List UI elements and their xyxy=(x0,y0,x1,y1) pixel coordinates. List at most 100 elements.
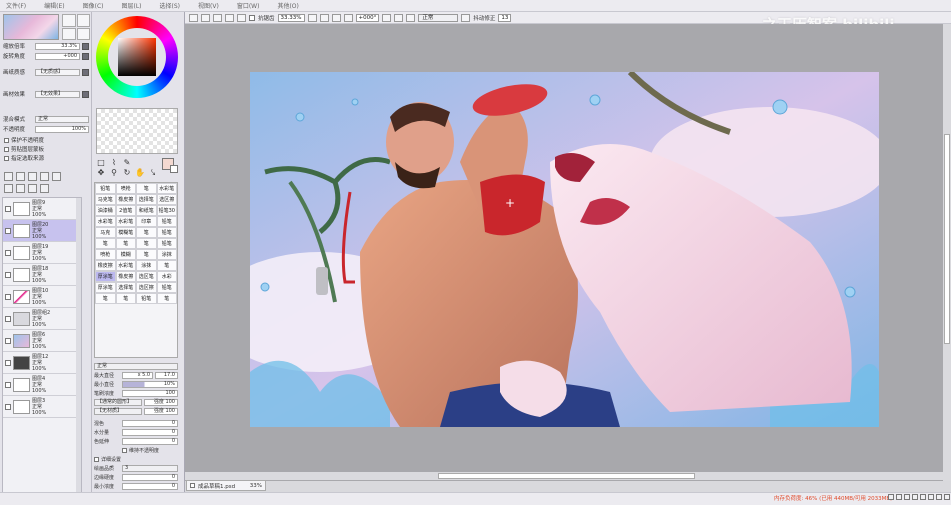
brush-tool[interactable]: 笔 xyxy=(156,260,177,271)
effect-select[interactable]: 【无效果】 xyxy=(35,90,80,98)
brush-tool[interactable]: 模糊笔 xyxy=(115,227,136,238)
rotate-icon[interactable]: ↻ xyxy=(122,168,132,178)
visibility-icon[interactable] xyxy=(5,249,11,256)
zoom-minus-button[interactable] xyxy=(82,42,89,50)
transfer-down-icon[interactable] xyxy=(4,184,13,193)
zoom-in-button[interactable] xyxy=(319,13,329,22)
brush-tool[interactable]: 水彩笔 xyxy=(95,216,116,227)
detail-row[interactable]: 详细设置 xyxy=(94,455,178,463)
navigator-thumbnail[interactable] xyxy=(3,14,59,40)
opacity-slider[interactable]: 100% xyxy=(35,125,89,133)
brush-tool[interactable]: 铅笔 xyxy=(156,227,177,238)
layer-row[interactable]: 图层18 正常 100% xyxy=(3,264,81,286)
shift-key-icon[interactable] xyxy=(904,494,910,500)
menu-other[interactable]: 其他(O) xyxy=(277,1,298,10)
density-slider[interactable]: 100 xyxy=(122,389,178,397)
brush-tool[interactable]: 橡皮擦 xyxy=(95,260,116,271)
brush-tool[interactable]: 喷枪 xyxy=(95,249,116,260)
brush-shape-strength[interactable]: 强度 100 xyxy=(143,398,178,406)
visibility-icon[interactable] xyxy=(5,403,11,410)
pen-pressure-icon[interactable] xyxy=(896,494,902,500)
keyboard-icon[interactable] xyxy=(888,494,894,500)
vertical-scroll-thumb[interactable] xyxy=(944,134,950,344)
clear-layer-icon[interactable] xyxy=(28,184,37,193)
quality-select[interactable]: 3 xyxy=(122,464,178,472)
menu-edit[interactable]: 编辑(E) xyxy=(44,1,64,10)
rotate-left-button[interactable] xyxy=(382,13,392,22)
layer-row[interactable]: 图层12 正常 100% xyxy=(3,352,81,374)
layer-row[interactable]: 图层9 正常 100% xyxy=(3,198,81,220)
color-wheel[interactable] xyxy=(96,16,178,98)
space-key-icon[interactable] xyxy=(928,494,934,500)
canvas-area[interactable]: + xyxy=(185,24,945,481)
ctrl-key-icon[interactable] xyxy=(912,494,918,500)
visibility-icon[interactable] xyxy=(5,293,11,300)
toolbar-invert-button[interactable] xyxy=(225,13,234,22)
zoom-fit-button[interactable] xyxy=(331,13,341,22)
mix-slider[interactable]: 0 xyxy=(122,419,178,427)
brush-tool[interactable]: 马克笔 xyxy=(95,194,116,205)
rotate-reset-button[interactable] xyxy=(82,52,89,60)
lasso-icon[interactable]: ⌇ xyxy=(109,158,119,167)
clip-mask-check[interactable]: 剪贴图层蒙板 xyxy=(4,145,44,153)
min-size-slider[interactable]: 10% xyxy=(122,380,178,388)
brush-tool[interactable]: 选择笔 xyxy=(136,194,157,205)
brush-tool[interactable]: 喷枪 xyxy=(115,183,136,194)
brush-tool[interactable]: 马克 xyxy=(95,227,116,238)
effect-settings-button[interactable] xyxy=(82,90,89,98)
magic-wand-icon[interactable]: ✎ xyxy=(122,158,132,167)
new-folder-icon[interactable] xyxy=(28,172,37,181)
brush-tool[interactable]: 和纸笔 xyxy=(136,205,157,216)
nav-rotate-left-button[interactable] xyxy=(62,27,76,40)
move-icon[interactable]: ✥ xyxy=(96,168,106,178)
zoom-field[interactable]: 33.33% xyxy=(277,13,305,22)
brush-shape-select[interactable]: 【通常的圆形】 xyxy=(94,398,142,406)
brush-tool[interactable]: 笔 xyxy=(115,238,136,249)
toolbar-redo-button[interactable] xyxy=(201,13,210,22)
rotate-reset-button[interactable] xyxy=(406,13,416,22)
brush-tool[interactable]: 印章 xyxy=(136,216,157,227)
brush-tool[interactable]: 涂抹 xyxy=(156,249,177,260)
eyedropper-icon[interactable]: ⤥ xyxy=(148,168,158,178)
visibility-icon[interactable] xyxy=(5,205,11,212)
brush-tool[interactable]: 水彩笔 xyxy=(115,260,136,271)
brush-tool[interactable]: 选区笔 xyxy=(136,271,157,282)
settings-icon[interactable] xyxy=(936,494,942,500)
zoom-out-button[interactable] xyxy=(307,13,317,22)
blend-select[interactable]: 正常 xyxy=(35,115,89,123)
extend-slider[interactable]: 0 xyxy=(122,437,178,445)
alt-key-icon[interactable] xyxy=(920,494,926,500)
antialias-checkbox[interactable] xyxy=(249,14,255,21)
document-tab[interactable]: 成品草稿1.psd 33% xyxy=(186,480,266,491)
visibility-icon[interactable] xyxy=(5,359,11,366)
new-group-icon[interactable] xyxy=(16,172,25,181)
brush-tool[interactable]: 铅笔 xyxy=(95,183,116,194)
brush-tool[interactable]: 涂抹 xyxy=(136,260,157,271)
brush-tool[interactable]: 橡皮擦 xyxy=(115,271,136,282)
canvas-horizontal-scrollbar[interactable] xyxy=(185,472,943,480)
protect-opacity-check[interactable]: 保护不透明度 xyxy=(4,136,44,144)
color-saturation-square[interactable] xyxy=(118,38,156,76)
background-color-swatch[interactable] xyxy=(170,165,178,173)
visibility-icon[interactable] xyxy=(5,271,11,278)
brush-tool[interactable]: 铅笔 xyxy=(156,238,177,249)
new-layer-icon[interactable] xyxy=(4,172,13,181)
trash-icon[interactable] xyxy=(40,184,49,193)
toolbar-undo-button[interactable] xyxy=(189,13,198,22)
visibility-icon[interactable] xyxy=(5,227,11,234)
brush-tool[interactable]: 水彩 xyxy=(156,271,177,282)
nav-rotate-right-button[interactable] xyxy=(76,27,90,40)
toolbar-show-selection-button[interactable] xyxy=(237,13,246,22)
menu-image[interactable]: 图像(C) xyxy=(83,1,104,10)
layer-row[interactable]: 图层10 正常 100% xyxy=(3,286,81,308)
brush-tool[interactable]: 水彩笔 xyxy=(115,216,136,227)
layer-row[interactable]: 图层4 正常 100% xyxy=(3,374,81,396)
toolbar-deselect-button[interactable] xyxy=(213,13,222,22)
horizontal-scroll-thumb[interactable] xyxy=(438,473,695,479)
brush-tool[interactable]: 笔 xyxy=(95,238,116,249)
brush-tool-selected[interactable]: 厚涂笔 xyxy=(95,271,116,282)
new-mask-icon[interactable] xyxy=(40,172,49,181)
visibility-icon[interactable] xyxy=(5,315,11,322)
texture-settings-button[interactable] xyxy=(82,68,89,76)
rotate-right-button[interactable] xyxy=(394,13,404,22)
